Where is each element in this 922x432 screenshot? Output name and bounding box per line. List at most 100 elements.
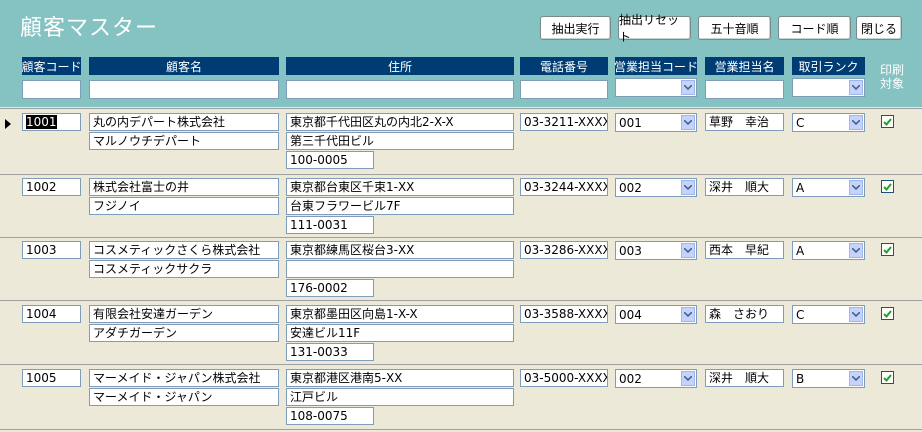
address1-field[interactable]: 東京都港区港南5-XX: [286, 369, 514, 387]
phone-field[interactable]: 03-3286-XXXX: [520, 241, 608, 259]
code-order-button[interactable]: コード順: [778, 16, 851, 40]
rank-select[interactable]: A: [792, 178, 865, 197]
column-header-rank: 取引ランク: [792, 57, 865, 75]
sales-name-field[interactable]: 深井 順大: [705, 369, 784, 387]
address2-field[interactable]: 江戸ビル: [286, 388, 514, 406]
record-separator: [0, 108, 922, 109]
code-field[interactable]: 1003: [22, 241, 81, 259]
chevron-down-icon[interactable]: [681, 180, 695, 195]
name-field[interactable]: マーメイド・ジャパン株式会社: [89, 369, 279, 387]
chevron-down-icon[interactable]: [681, 80, 695, 95]
name-field[interactable]: 丸の内デパート株式会社: [89, 113, 279, 131]
address2-field[interactable]: 台東フラワービル7F: [286, 197, 514, 215]
phone-field[interactable]: 03-3211-XXXX: [520, 113, 608, 131]
sales-code-select[interactable]: 001: [615, 113, 697, 132]
filter-rank-select[interactable]: [792, 78, 865, 97]
kana-field[interactable]: マルノウチデパート: [89, 132, 279, 150]
chevron-down-icon[interactable]: [849, 115, 863, 130]
rank-value: C: [796, 308, 805, 322]
kana-order-button[interactable]: 五十音順: [698, 16, 771, 40]
kana-field[interactable]: マーメイド・ジャパン: [89, 388, 279, 406]
chevron-down-icon[interactable]: [849, 307, 863, 322]
zip-field[interactable]: 100-0005: [286, 151, 374, 169]
zip-field[interactable]: 108-0075: [286, 407, 374, 425]
print-checkbox[interactable]: [881, 243, 894, 256]
sales-code-value: 002: [619, 181, 642, 195]
chevron-down-icon[interactable]: [681, 307, 695, 322]
column-header-address: 住所: [286, 57, 514, 75]
print-checkbox[interactable]: [881, 115, 894, 128]
kana-field[interactable]: アダチガーデン: [89, 324, 279, 342]
rank-select[interactable]: C: [792, 113, 865, 132]
rank-value: A: [796, 181, 805, 195]
code-field[interactable]: 1002: [22, 178, 81, 196]
code-value: 1001: [26, 115, 57, 129]
phone-field[interactable]: 03-3588-XXXX: [520, 305, 608, 323]
print-checkbox[interactable]: [881, 307, 894, 320]
kana-field[interactable]: コスメティックサクラ: [89, 260, 279, 278]
filter-sales-name-input[interactable]: [705, 80, 784, 99]
address1-field[interactable]: 東京都墨田区向島1-X-X: [286, 305, 514, 323]
chevron-down-icon[interactable]: [849, 371, 863, 386]
chevron-down-icon[interactable]: [681, 371, 695, 386]
name-field[interactable]: コスメティックさくら株式会社: [89, 241, 279, 259]
sales-code-value: 004: [619, 308, 642, 322]
print-label-line1: 印刷: [879, 63, 904, 77]
extract-reset-button[interactable]: 抽出リセット: [618, 13, 691, 44]
record-row: 1005 マーメイド・ジャパン株式会社 マーメイド・ジャパン 東京都港区港南5-…: [0, 367, 922, 432]
checkmark-icon: [883, 309, 892, 318]
kana-field[interactable]: フジノイ: [89, 197, 279, 215]
address1-field[interactable]: 東京都練馬区桜台3-XX: [286, 241, 514, 259]
column-header-print: 印刷 対象: [872, 55, 912, 99]
chevron-down-icon[interactable]: [681, 243, 695, 258]
address1-field[interactable]: 東京都千代田区丸の内北2-X-X: [286, 113, 514, 131]
filter-name-input[interactable]: [89, 80, 279, 99]
chevron-down-icon[interactable]: [681, 115, 695, 130]
sales-name-field[interactable]: 西本 早紀: [705, 241, 784, 259]
print-checkbox[interactable]: [881, 371, 894, 384]
chevron-down-icon[interactable]: [849, 243, 863, 258]
sales-code-select[interactable]: 003: [615, 241, 697, 260]
chevron-down-icon[interactable]: [849, 80, 863, 95]
filter-phone-input[interactable]: [520, 80, 608, 99]
record-row: 1001 丸の内デパート株式会社 マルノウチデパート 東京都千代田区丸の内北2-…: [0, 111, 922, 176]
filter-sales-code-select[interactable]: [615, 78, 697, 97]
address2-field[interactable]: [286, 260, 514, 278]
code-field[interactable]: 1005: [22, 369, 81, 387]
rank-value: A: [796, 244, 805, 258]
zip-field[interactable]: 131-0033: [286, 343, 374, 361]
rank-select[interactable]: B: [792, 369, 865, 388]
address2-field[interactable]: 安達ビル11F: [286, 324, 514, 342]
code-field[interactable]: 1004: [22, 305, 81, 323]
filter-code-input[interactable]: [22, 80, 81, 99]
address1-field[interactable]: 東京都台東区千束1-XX: [286, 178, 514, 196]
form-header: 顧客マスター 抽出実行 抽出リセット 五十音順 コード順 閉じる 顧客コード 顧…: [0, 0, 922, 107]
phone-field[interactable]: 03-5000-XXXX: [520, 369, 608, 387]
rank-value: B: [796, 372, 805, 386]
code-field[interactable]: 1001: [22, 113, 81, 131]
zip-field[interactable]: 176-0002: [286, 279, 374, 297]
sales-name-field[interactable]: 深井 順大: [705, 178, 784, 196]
rank-select[interactable]: C: [792, 305, 865, 324]
sales-name-field[interactable]: 森 さおり: [705, 305, 784, 323]
rank-select[interactable]: A: [792, 241, 865, 260]
checkmark-icon: [883, 182, 892, 191]
sales-code-select[interactable]: 002: [615, 369, 697, 388]
column-header-code: 顧客コード: [22, 57, 82, 75]
close-button[interactable]: 閉じる: [856, 16, 902, 40]
phone-field[interactable]: 03-3244-XXXX: [520, 178, 608, 196]
filter-address-input[interactable]: [286, 80, 514, 99]
name-field[interactable]: 有限会社安達ガーデン: [89, 305, 279, 323]
current-record-arrow-icon: [5, 119, 11, 129]
extract-button[interactable]: 抽出実行: [540, 16, 611, 40]
column-header-sales-code: 営業担当コード: [614, 57, 698, 75]
name-field[interactable]: 株式会社富士の井: [89, 178, 279, 196]
sales-code-select[interactable]: 004: [615, 305, 697, 324]
address2-field[interactable]: 第三千代田ビル: [286, 132, 514, 150]
sales-name-field[interactable]: 草野 幸治: [705, 113, 784, 131]
sales-code-select[interactable]: 002: [615, 178, 697, 197]
chevron-down-icon[interactable]: [849, 180, 863, 195]
zip-field[interactable]: 111-0031: [286, 216, 374, 234]
print-checkbox[interactable]: [881, 180, 894, 193]
checkmark-icon: [883, 245, 892, 254]
